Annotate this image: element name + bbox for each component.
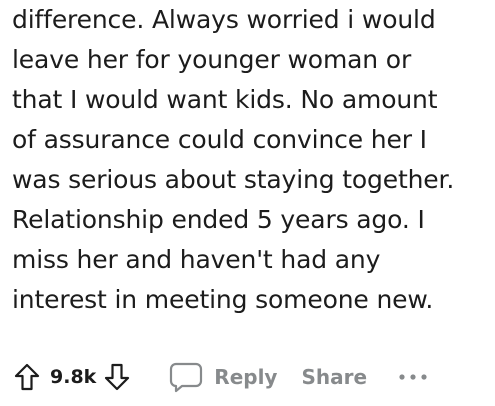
- comment-line: miss her and haven't had any: [12, 245, 381, 274]
- comment-line: was serious about staying together.: [12, 165, 455, 194]
- vote-count: 9.8k: [50, 366, 97, 388]
- reply-label: Reply: [214, 365, 278, 389]
- reply-button[interactable]: Reply: [168, 359, 277, 395]
- downvote-button[interactable]: [102, 359, 132, 395]
- comment-line: interest in meeting someone new.: [12, 285, 434, 314]
- speech-bubble-icon: [168, 359, 204, 395]
- comment-action-bar: 9.8k Reply Share: [12, 354, 490, 400]
- comment-line: Relationship ended 5 years ago. I: [12, 205, 425, 234]
- comment-line: that I would want kids. No amount: [12, 85, 438, 114]
- comment-line: of assurance could convince her I: [12, 125, 427, 154]
- upvote-button[interactable]: [12, 359, 42, 395]
- comment-line: leave her for younger woman or: [12, 45, 412, 74]
- share-button[interactable]: Share: [301, 365, 367, 389]
- ellipsis-icon: [399, 374, 427, 380]
- comment-line: difference. Always worried i would: [12, 5, 436, 34]
- arrow-down-icon: [105, 363, 130, 391]
- arrow-up-icon: [14, 363, 40, 391]
- more-options-button[interactable]: [395, 359, 431, 395]
- comment-body: difference. Always worried i would leave…: [12, 0, 490, 320]
